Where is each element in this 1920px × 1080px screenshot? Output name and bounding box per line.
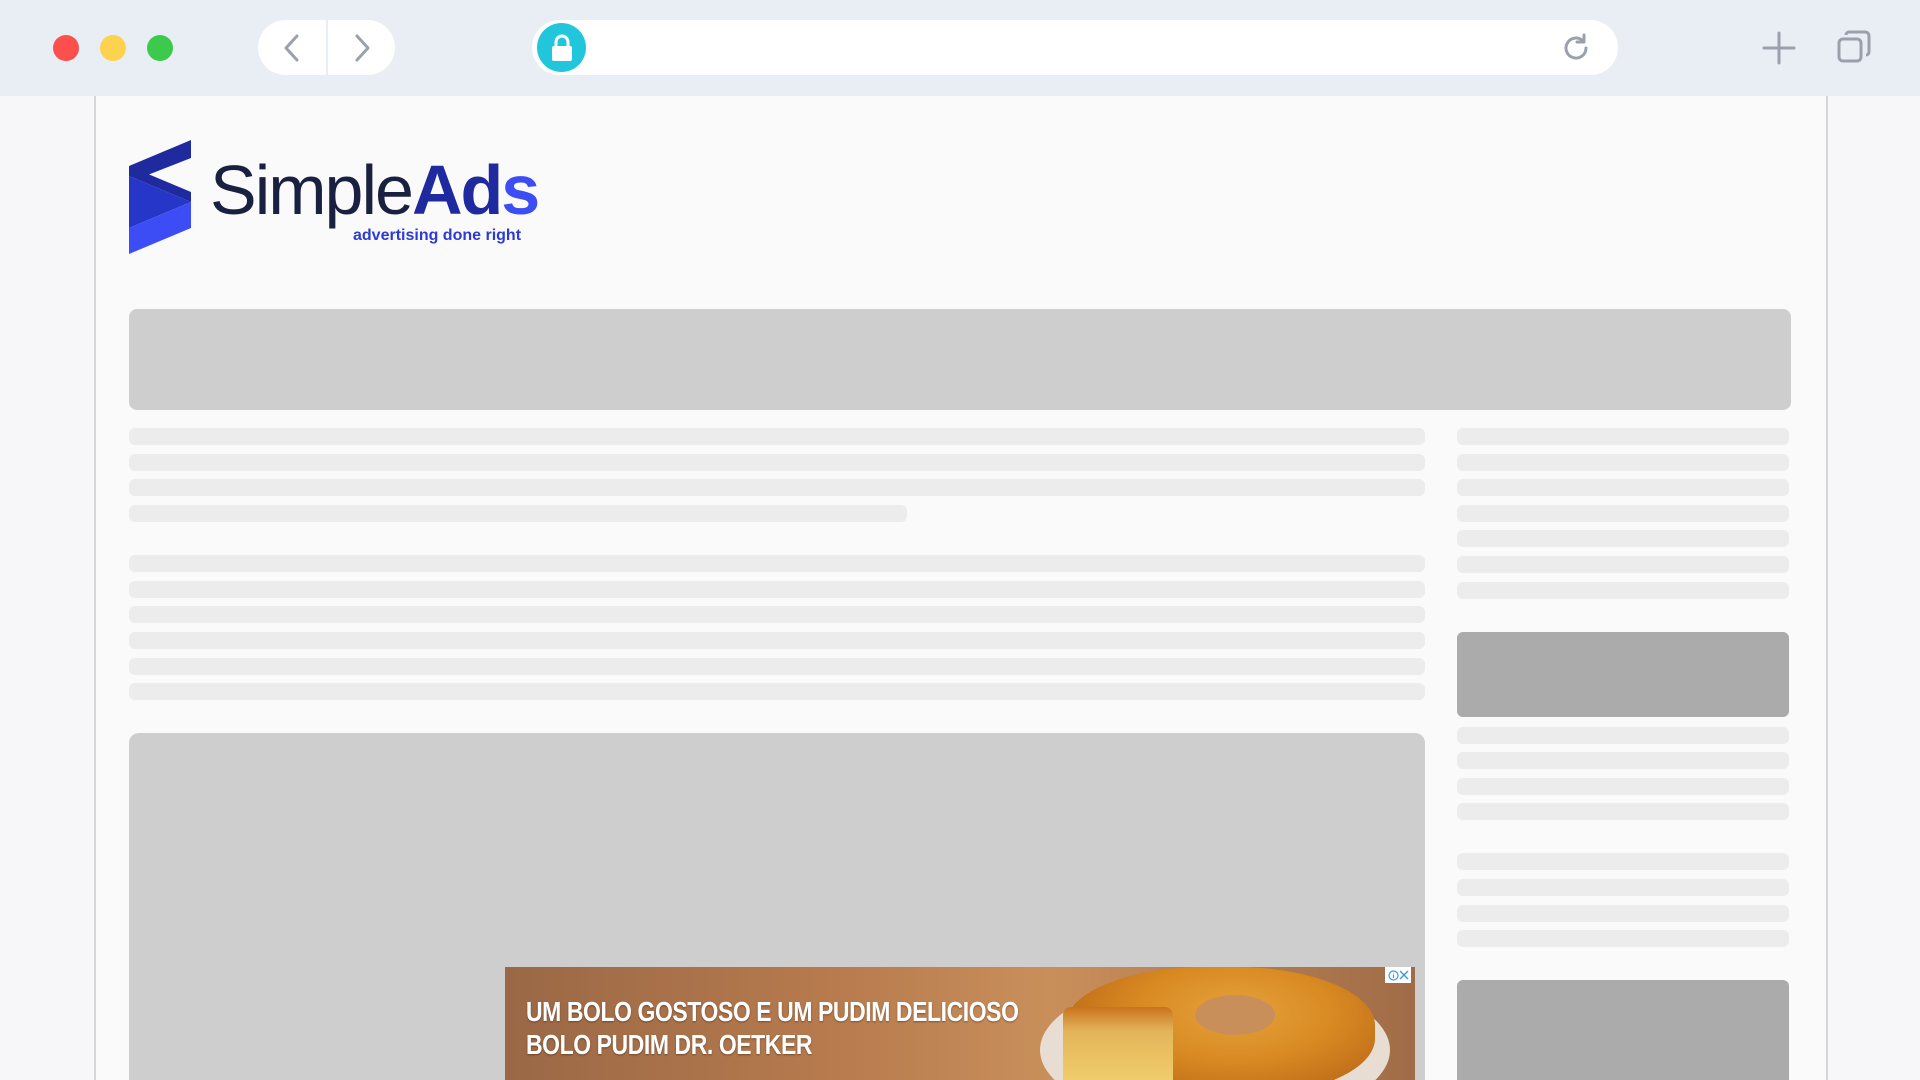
chevron-right-icon [355, 34, 370, 61]
ad-headline: UM BOLO GOSTOSO E UM PUDIM DELICIOSO BOL… [526, 995, 1019, 1061]
sidebar-line-placeholder [1457, 582, 1789, 599]
sidebar-line-placeholder [1457, 853, 1789, 870]
brand-wordmark[interactable]: SimpleAds [210, 155, 540, 225]
banner-placeholder [129, 309, 1791, 410]
ad-line-1: UM BOLO GOSTOSO E UM PUDIM DELICIOSO [526, 996, 1019, 1027]
sidebar-box-placeholder [1457, 632, 1789, 717]
text-line-placeholder [129, 658, 1425, 675]
text-line-placeholder [129, 428, 1425, 445]
sidebar-line-placeholder [1457, 778, 1789, 795]
address-bar[interactable] [532, 20, 1618, 75]
brand-ads: Ad [411, 151, 503, 229]
navigation-buttons [258, 20, 395, 75]
zoom-window-button[interactable] [147, 35, 173, 61]
text-line-placeholder [129, 479, 1425, 496]
sidebar-line-placeholder [1457, 905, 1789, 922]
brand-tagline: advertising done right [353, 227, 522, 244]
text-line-placeholder [129, 632, 1425, 649]
sidebar-line-placeholder [1457, 752, 1789, 769]
new-tab-icon[interactable] [1762, 31, 1796, 65]
sidebar-line-placeholder [1457, 530, 1789, 547]
anchor-ad[interactable]: UM BOLO GOSTOSO E UM PUDIM DELICIOSO BOL… [505, 967, 1415, 1080]
ad-close-icon[interactable] [1399, 970, 1409, 980]
text-line-placeholder [129, 454, 1425, 471]
sidebar-line-placeholder [1457, 803, 1789, 820]
brand-simple: Simple [210, 151, 414, 229]
text-line-placeholder [129, 555, 1425, 572]
browser-toolbar [0, 0, 1920, 96]
sidebar-line-placeholder [1457, 479, 1789, 496]
forward-button[interactable] [328, 20, 396, 75]
ad-info-icon [1387, 969, 1399, 981]
ad-line-2: BOLO PUDIM DR. OETKER [526, 1029, 813, 1060]
text-line-placeholder [129, 606, 1425, 623]
text-line-placeholder [129, 505, 907, 522]
lock-icon [537, 23, 586, 72]
text-line-placeholder [129, 683, 1425, 700]
ad-cake-slice [1063, 1007, 1173, 1080]
ad-cake-hole [1195, 995, 1275, 1035]
sidebar-line-placeholder [1457, 556, 1789, 573]
sidebar-line-placeholder [1457, 505, 1789, 522]
back-button[interactable] [258, 20, 326, 75]
sidebar-line-placeholder [1457, 454, 1789, 471]
adchoices-icon[interactable] [1385, 967, 1411, 983]
sidebar-line-placeholder [1457, 879, 1789, 896]
sidebar-box-placeholder [1457, 980, 1789, 1080]
sidebar-line-placeholder [1457, 727, 1789, 744]
reload-icon[interactable] [1560, 32, 1592, 64]
close-window-button[interactable] [53, 35, 79, 61]
minimize-window-button[interactable] [100, 35, 126, 61]
chevron-left-icon [284, 34, 299, 61]
sidebar-line-placeholder [1457, 428, 1789, 445]
brand-ads-s: s [501, 151, 540, 229]
tab-overview-icon[interactable] [1837, 30, 1871, 64]
text-line-placeholder [129, 581, 1425, 598]
sidebar-line-placeholder [1457, 930, 1789, 947]
